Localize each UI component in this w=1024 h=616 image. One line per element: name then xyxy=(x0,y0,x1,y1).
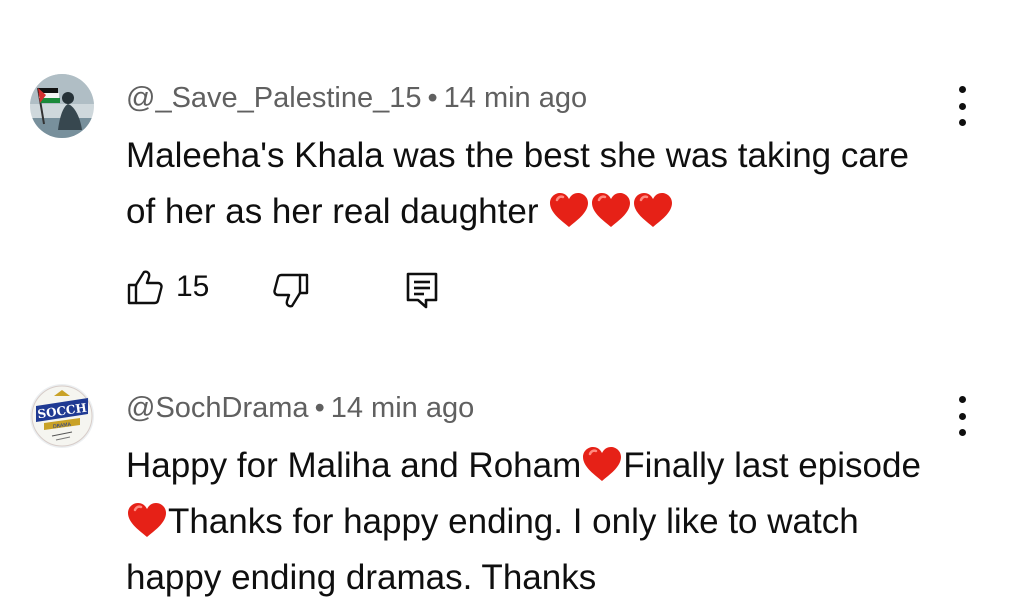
red-heart-emoji xyxy=(632,191,674,229)
comment-text-part: Thanks for happy ending. I only like to … xyxy=(126,502,859,597)
more-options-button[interactable] xyxy=(948,86,976,126)
more-options-button[interactable] xyxy=(948,396,976,436)
comment-text-part: Maleeha's Khala was the best she was tak… xyxy=(126,136,909,231)
more-vert-icon-dot xyxy=(958,412,966,420)
more-vert-icon-dot xyxy=(958,396,966,403)
red-heart-emoji xyxy=(590,191,632,229)
separator-dot: • xyxy=(427,82,438,114)
avatar[interactable] xyxy=(30,74,94,138)
comment-header: @_Save_Palestine_15 • 14 min ago xyxy=(126,80,587,116)
socch-drama-logo-avatar: SOCCH DRAMA xyxy=(30,384,94,448)
more-vert-icon-dot xyxy=(958,119,966,126)
comment-thread-1: @_Save_Palestine_15 • 14 min ago Maleeha's… xyxy=(0,70,1024,340)
more-vert-icon-dot xyxy=(958,429,966,436)
avatar[interactable]: SOCCH DRAMA xyxy=(30,384,94,448)
comment-header: @SochDrama • 14 min ago xyxy=(126,390,474,426)
reply-button[interactable] xyxy=(404,270,440,310)
reply-icon xyxy=(406,272,438,309)
dislike-button[interactable] xyxy=(272,272,310,310)
thumbs-up-icon xyxy=(127,270,163,305)
comment-thread-2: SOCCH DRAMA @SochDrama • 14 min ago Happy … xyxy=(0,380,1024,616)
red-heart-emoji xyxy=(581,445,623,483)
comment-text: Maleeha's Khala was the best she was tak… xyxy=(126,128,946,240)
author-name[interactable]: @SochDrama xyxy=(126,392,309,424)
author-name[interactable]: @_Save_Palestine_15 xyxy=(126,82,421,114)
comment-text: Happy for Maliha and Roham Finally last e… xyxy=(126,438,946,606)
more-vert-icon-dot xyxy=(958,102,966,110)
like-count: 15 xyxy=(176,270,210,303)
comment-text-part: Happy for Maliha and Roham xyxy=(126,446,582,485)
more-vert-icon-dot xyxy=(958,86,966,93)
thumbs-down-icon xyxy=(273,273,309,308)
comment-text-part: Finally last episode xyxy=(623,446,921,485)
like-button[interactable]: 15 xyxy=(126,268,209,306)
timestamp[interactable]: 14 min ago xyxy=(444,82,588,114)
palestine-flag-avatar-image xyxy=(30,74,94,138)
red-heart-emoji xyxy=(548,191,590,229)
red-heart-emoji xyxy=(126,501,168,539)
separator-dot: • xyxy=(314,392,325,424)
timestamp[interactable]: 14 min ago xyxy=(331,392,475,424)
